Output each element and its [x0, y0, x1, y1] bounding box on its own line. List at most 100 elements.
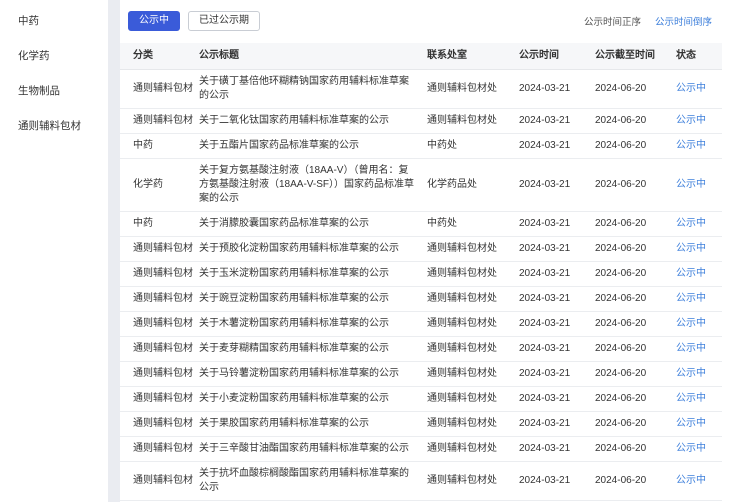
row-title-link[interactable]: 关于小麦淀粉国家药用辅料标准草案的公示: [199, 387, 427, 411]
table-row: 通则辅料包材 关于豌豆淀粉国家药用辅料标准草案的公示 通则辅料包材处 2024-…: [120, 287, 722, 312]
row-title-link[interactable]: 关于麦芽糊精国家药用辅料标准草案的公示: [199, 337, 427, 361]
table-row: 通则辅料包材 关于三辛酸甘油酯国家药用辅料标准草案的公示 通则辅料包材处 202…: [120, 437, 722, 462]
row-status-link[interactable]: 公示中: [676, 173, 722, 197]
row-title-link[interactable]: 关于复方氨基酸注射液（18AA-V）（曾用名：复方氨基酸注射液（18AA-V-S…: [199, 159, 427, 211]
row-status-link[interactable]: 公示中: [676, 134, 722, 158]
column-header-category: 分类: [120, 43, 199, 69]
row-status-link[interactable]: 公示中: [676, 237, 722, 261]
row-publish-date: 2024-03-21: [519, 412, 595, 436]
filter-expired-button[interactable]: 已过公示期: [188, 11, 260, 31]
row-status-link[interactable]: 公示中: [676, 109, 722, 133]
row-title-link[interactable]: 关于抗坏血酸棕榈酸酯国家药用辅料标准草案的公示: [199, 462, 427, 500]
row-office: 中药处: [427, 212, 519, 236]
row-office: 通则辅料包材处: [427, 387, 519, 411]
row-end-date: 2024-06-20: [595, 212, 676, 236]
row-office: 化学药品处: [427, 173, 519, 197]
row-publish-date: 2024-03-21: [519, 77, 595, 101]
row-publish-date: 2024-03-21: [519, 469, 595, 493]
row-end-date: 2024-06-20: [595, 337, 676, 361]
row-publish-date: 2024-03-21: [519, 212, 595, 236]
row-category: 通则辅料包材: [120, 77, 199, 101]
row-end-date: 2024-06-20: [595, 312, 676, 336]
row-status-link[interactable]: 公示中: [676, 362, 722, 386]
row-end-date: 2024-06-20: [595, 134, 676, 158]
row-end-date: 2024-06-20: [595, 287, 676, 311]
row-publish-date: 2024-03-21: [519, 362, 595, 386]
row-office: 中药处: [427, 134, 519, 158]
table-header-row: 分类 公示标题 联系处室 公示时间 公示截至时间 状态: [120, 43, 722, 70]
row-publish-date: 2024-03-21: [519, 173, 595, 197]
row-publish-date: 2024-03-21: [519, 262, 595, 286]
table-row: 通则辅料包材 关于预胶化淀粉国家药用辅料标准草案的公示 通则辅料包材处 2024…: [120, 237, 722, 262]
row-status-link[interactable]: 公示中: [676, 77, 722, 101]
table-row: 通则辅料包材 关于二氧化钛国家药用辅料标准草案的公示 通则辅料包材处 2024-…: [120, 109, 722, 134]
sidebar-item-biological-product[interactable]: 生物制品: [0, 74, 108, 109]
row-office: 通则辅料包材处: [427, 237, 519, 261]
row-category: 通则辅料包材: [120, 387, 199, 411]
table-row: 通则辅料包材 关于玉米淀粉国家药用辅料标准草案的公示 通则辅料包材处 2024-…: [120, 262, 722, 287]
row-category: 通则辅料包材: [120, 109, 199, 133]
table-row: 化学药 关于复方氨基酸注射液（18AA-V）（曾用名：复方氨基酸注射液（18AA…: [120, 159, 722, 212]
row-title-link[interactable]: 关于三辛酸甘油酯国家药用辅料标准草案的公示: [199, 437, 427, 461]
row-category: 通则辅料包材: [120, 469, 199, 493]
row-end-date: 2024-06-20: [595, 437, 676, 461]
row-office: 通则辅料包材处: [427, 77, 519, 101]
row-category: 通则辅料包材: [120, 312, 199, 336]
row-end-date: 2024-06-20: [595, 412, 676, 436]
table-row: 通则辅料包材 关于马铃薯淀粉国家药用辅料标准草案的公示 通则辅料包材处 2024…: [120, 362, 722, 387]
row-status-link[interactable]: 公示中: [676, 212, 722, 236]
sidebar-item-excipients-packaging[interactable]: 通则辅料包材: [0, 109, 108, 144]
row-status-link[interactable]: 公示中: [676, 412, 722, 436]
row-category: 通则辅料包材: [120, 412, 199, 436]
table-row: 中药 关于五酯片国家药品标准草案的公示 中药处 2024-03-21 2024-…: [120, 134, 722, 159]
row-title-link[interactable]: 关于玉米淀粉国家药用辅料标准草案的公示: [199, 262, 427, 286]
row-title-link[interactable]: 关于二氧化钛国家药用辅料标准草案的公示: [199, 109, 427, 133]
row-title-link[interactable]: 关于预胶化淀粉国家药用辅料标准草案的公示: [199, 237, 427, 261]
row-office: 通则辅料包材处: [427, 362, 519, 386]
row-status-link[interactable]: 公示中: [676, 437, 722, 461]
column-header-office: 联系处室: [427, 43, 519, 69]
row-status-link[interactable]: 公示中: [676, 312, 722, 336]
table-body: 通则辅料包材 关于磺丁基倍他环糊精钠国家药用辅料标准草案的公示 通则辅料包材处 …: [120, 70, 722, 502]
row-title-link[interactable]: 关于豌豆淀粉国家药用辅料标准草案的公示: [199, 287, 427, 311]
table-row: 通则辅料包材 关于小麦淀粉国家药用辅料标准草案的公示 通则辅料包材处 2024-…: [120, 387, 722, 412]
row-office: 通则辅料包材处: [427, 262, 519, 286]
category-sidebar: 中药 化学药 生物制品 通则辅料包材: [0, 0, 108, 502]
row-category: 通则辅料包材: [120, 237, 199, 261]
sidebar-item-chemical-drug[interactable]: 化学药: [0, 39, 108, 74]
sort-time-descending-link[interactable]: 公示时间倒序: [655, 14, 712, 28]
row-end-date: 2024-06-20: [595, 262, 676, 286]
table-row: 通则辅料包材 关于抗坏血酸棕榈酸酯国家药用辅料标准草案的公示 通则辅料包材处 2…: [120, 462, 722, 501]
row-title-link[interactable]: 关于木薯淀粉国家药用辅料标准草案的公示: [199, 312, 427, 336]
row-title-link[interactable]: 关于消朦胶囊国家药品标准草案的公示: [199, 212, 427, 236]
row-title-link[interactable]: 关于五酯片国家药品标准草案的公示: [199, 134, 427, 158]
row-office: 通则辅料包材处: [427, 412, 519, 436]
row-publish-date: 2024-03-21: [519, 237, 595, 261]
sidebar-content-divider: [108, 0, 120, 502]
row-status-link[interactable]: 公示中: [676, 387, 722, 411]
row-end-date: 2024-06-20: [595, 77, 676, 101]
row-category: 通则辅料包材: [120, 287, 199, 311]
sidebar-item-tcm[interactable]: 中药: [0, 4, 108, 39]
row-title-link[interactable]: 关于磺丁基倍他环糊精钠国家药用辅料标准草案的公示: [199, 70, 427, 108]
row-category: 中药: [120, 134, 199, 158]
row-office: 通则辅料包材处: [427, 337, 519, 361]
column-header-title: 公示标题: [199, 43, 427, 69]
row-office: 通则辅料包材处: [427, 109, 519, 133]
table-row: 通则辅料包材 关于果胶国家药用辅料标准草案的公示 通则辅料包材处 2024-03…: [120, 412, 722, 437]
column-header-start-date: 公示时间: [519, 43, 595, 69]
row-publish-date: 2024-03-21: [519, 109, 595, 133]
row-title-link[interactable]: 关于果胶国家药用辅料标准草案的公示: [199, 412, 427, 436]
sort-controls: 公示时间正序 公示时间倒序: [584, 14, 722, 28]
row-status-link[interactable]: 公示中: [676, 262, 722, 286]
row-status-link[interactable]: 公示中: [676, 287, 722, 311]
row-category: 中药: [120, 212, 199, 236]
filter-active-button[interactable]: 公示中: [128, 11, 180, 31]
row-status-link[interactable]: 公示中: [676, 469, 722, 493]
row-office: 通则辅料包材处: [427, 287, 519, 311]
filter-toolbar: 公示中 已过公示期 公示时间正序 公示时间倒序: [128, 12, 722, 30]
sort-time-ascending-link[interactable]: 公示时间正序: [584, 14, 641, 28]
row-category: 化学药: [120, 173, 199, 197]
row-status-link[interactable]: 公示中: [676, 337, 722, 361]
row-title-link[interactable]: 关于马铃薯淀粉国家药用辅料标准草案的公示: [199, 362, 427, 386]
